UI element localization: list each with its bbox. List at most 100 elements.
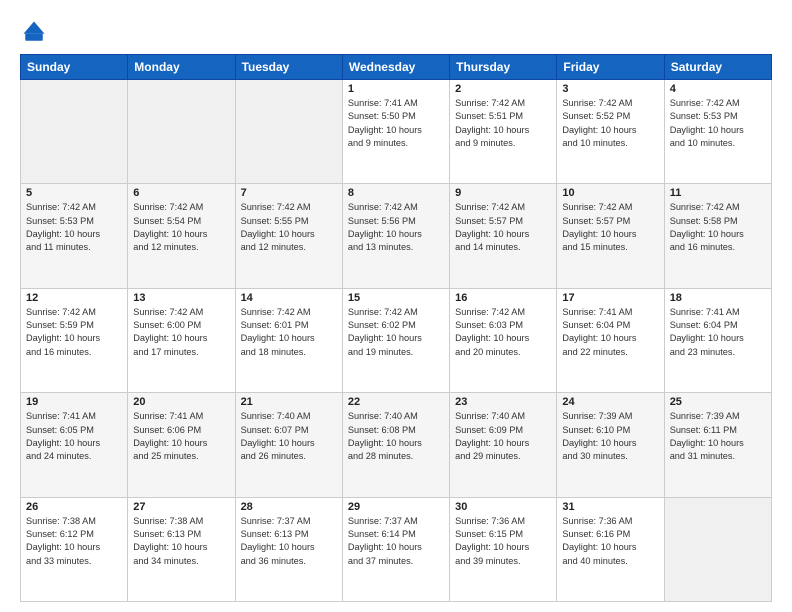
day-info: Sunrise: 7:41 AM Sunset: 6:04 PM Dayligh…: [562, 306, 658, 359]
calendar-cell: 1 Sunrise: 7:41 AM Sunset: 5:50 PM Daylig…: [342, 80, 449, 184]
day-info: Sunrise: 7:42 AM Sunset: 5:53 PM Dayligh…: [670, 97, 766, 150]
header: [20, 18, 772, 46]
day-number: 5: [26, 187, 122, 199]
calendar-week-3: 12 Sunrise: 7:42 AM Sunset: 5:59 PM Dayli…: [21, 288, 772, 392]
day-number: 28: [241, 501, 337, 513]
page: SundayMondayTuesdayWednesdayThursdayFrid…: [0, 0, 792, 612]
calendar-cell: 7 Sunrise: 7:42 AM Sunset: 5:55 PM Daylig…: [235, 184, 342, 288]
day-number: 30: [455, 501, 551, 513]
calendar-cell: 10Sunrise: 7:42 AM Sunset: 5:57 PM Dayli…: [557, 184, 664, 288]
day-number: 11: [670, 187, 766, 199]
day-info: Sunrise: 7:42 AM Sunset: 5:56 PM Dayligh…: [348, 201, 444, 254]
calendar-cell: [21, 80, 128, 184]
day-number: 19: [26, 396, 122, 408]
calendar-cell: 5 Sunrise: 7:42 AM Sunset: 5:53 PM Daylig…: [21, 184, 128, 288]
calendar-cell: 11 Sunrise: 7:42 AM Sunset: 5:58 PM Dayli…: [664, 184, 771, 288]
calendar-header-sunday: Sunday: [21, 55, 128, 80]
day-number: 23: [455, 396, 551, 408]
day-number: 17: [562, 292, 658, 304]
day-info: Sunrise: 7:42 AM Sunset: 6:03 PM Dayligh…: [455, 306, 551, 359]
calendar-week-4: 19 Sunrise: 7:41 AM Sunset: 6:05 PM Dayli…: [21, 393, 772, 497]
day-info: Sunrise: 7:42 AM Sunset: 5:58 PM Dayligh…: [670, 201, 766, 254]
day-number: 20: [133, 396, 229, 408]
day-number: 9: [455, 187, 551, 199]
calendar-cell: 16 Sunrise: 7:42 AM Sunset: 6:03 PM Dayli…: [450, 288, 557, 392]
day-info: Sunrise: 7:36 AM Sunset: 6:15 PM Dayligh…: [455, 515, 551, 568]
calendar-cell: 20 Sunrise: 7:41 AM Sunset: 6:06 PM Dayli…: [128, 393, 235, 497]
day-info: Sunrise: 7:42 AM Sunset: 5:52 PM Dayligh…: [562, 97, 658, 150]
calendar-cell: 14 Sunrise: 7:42 AM Sunset: 6:01 PM Dayli…: [235, 288, 342, 392]
day-number: 13: [133, 292, 229, 304]
calendar-cell: 30 Sunrise: 7:36 AM Sunset: 6:15 PM Dayli…: [450, 497, 557, 601]
day-info: Sunrise: 7:40 AM Sunset: 6:09 PM Dayligh…: [455, 410, 551, 463]
day-info: Sunrise: 7:40 AM Sunset: 6:07 PM Dayligh…: [241, 410, 337, 463]
calendar-week-5: 26Sunrise: 7:38 AM Sunset: 6:12 PM Dayli…: [21, 497, 772, 601]
day-info: Sunrise: 7:42 AM Sunset: 5:53 PM Dayligh…: [26, 201, 122, 254]
day-info: Sunrise: 7:39 AM Sunset: 6:11 PM Dayligh…: [670, 410, 766, 463]
calendar-cell: 21 Sunrise: 7:40 AM Sunset: 6:07 PM Dayli…: [235, 393, 342, 497]
day-number: 6: [133, 187, 229, 199]
day-number: 31: [562, 501, 658, 513]
logo-icon: [20, 18, 48, 46]
calendar-header-thursday: Thursday: [450, 55, 557, 80]
calendar-cell: 17 Sunrise: 7:41 AM Sunset: 6:04 PM Dayli…: [557, 288, 664, 392]
day-info: Sunrise: 7:36 AM Sunset: 6:16 PM Dayligh…: [562, 515, 658, 568]
calendar-cell: 23 Sunrise: 7:40 AM Sunset: 6:09 PM Dayli…: [450, 393, 557, 497]
day-number: 24: [562, 396, 658, 408]
day-info: Sunrise: 7:42 AM Sunset: 6:00 PM Dayligh…: [133, 306, 229, 359]
calendar-cell: 8Sunrise: 7:42 AM Sunset: 5:56 PM Daylig…: [342, 184, 449, 288]
day-info: Sunrise: 7:42 AM Sunset: 5:55 PM Dayligh…: [241, 201, 337, 254]
calendar-cell: 13 Sunrise: 7:42 AM Sunset: 6:00 PM Dayli…: [128, 288, 235, 392]
day-number: 2: [455, 83, 551, 95]
day-info: Sunrise: 7:41 AM Sunset: 6:06 PM Dayligh…: [133, 410, 229, 463]
calendar-cell: [235, 80, 342, 184]
day-info: Sunrise: 7:41 AM Sunset: 6:05 PM Dayligh…: [26, 410, 122, 463]
calendar-cell: 24 Sunrise: 7:39 AM Sunset: 6:10 PM Dayli…: [557, 393, 664, 497]
day-info: Sunrise: 7:37 AM Sunset: 6:13 PM Dayligh…: [241, 515, 337, 568]
calendar-cell: 27 Sunrise: 7:38 AM Sunset: 6:13 PM Dayli…: [128, 497, 235, 601]
calendar-week-2: 5 Sunrise: 7:42 AM Sunset: 5:53 PM Daylig…: [21, 184, 772, 288]
day-number: 15: [348, 292, 444, 304]
calendar-cell: 26Sunrise: 7:38 AM Sunset: 6:12 PM Dayli…: [21, 497, 128, 601]
calendar-cell: 31 Sunrise: 7:36 AM Sunset: 6:16 PM Dayli…: [557, 497, 664, 601]
day-number: 1: [348, 83, 444, 95]
day-info: Sunrise: 7:42 AM Sunset: 5:54 PM Dayligh…: [133, 201, 229, 254]
day-number: 10: [562, 187, 658, 199]
day-info: Sunrise: 7:41 AM Sunset: 6:04 PM Dayligh…: [670, 306, 766, 359]
day-number: 21: [241, 396, 337, 408]
day-number: 16: [455, 292, 551, 304]
calendar-header-row: SundayMondayTuesdayWednesdayThursdayFrid…: [21, 55, 772, 80]
calendar-cell: 18 Sunrise: 7:41 AM Sunset: 6:04 PM Dayli…: [664, 288, 771, 392]
calendar-cell: [128, 80, 235, 184]
day-number: 7: [241, 187, 337, 199]
day-info: Sunrise: 7:42 AM Sunset: 6:01 PM Dayligh…: [241, 306, 337, 359]
calendar-cell: 12 Sunrise: 7:42 AM Sunset: 5:59 PM Dayli…: [21, 288, 128, 392]
calendar-cell: 6 Sunrise: 7:42 AM Sunset: 5:54 PM Daylig…: [128, 184, 235, 288]
day-number: 27: [133, 501, 229, 513]
day-number: 3: [562, 83, 658, 95]
day-info: Sunrise: 7:42 AM Sunset: 5:59 PM Dayligh…: [26, 306, 122, 359]
calendar-header-friday: Friday: [557, 55, 664, 80]
day-info: Sunrise: 7:38 AM Sunset: 6:13 PM Dayligh…: [133, 515, 229, 568]
day-number: 14: [241, 292, 337, 304]
day-number: 4: [670, 83, 766, 95]
calendar-cell: 15Sunrise: 7:42 AM Sunset: 6:02 PM Dayli…: [342, 288, 449, 392]
day-info: Sunrise: 7:42 AM Sunset: 5:51 PM Dayligh…: [455, 97, 551, 150]
day-info: Sunrise: 7:39 AM Sunset: 6:10 PM Dayligh…: [562, 410, 658, 463]
day-number: 18: [670, 292, 766, 304]
day-number: 12: [26, 292, 122, 304]
day-info: Sunrise: 7:41 AM Sunset: 5:50 PM Dayligh…: [348, 97, 444, 150]
day-info: Sunrise: 7:37 AM Sunset: 6:14 PM Dayligh…: [348, 515, 444, 568]
calendar-cell: 19 Sunrise: 7:41 AM Sunset: 6:05 PM Dayli…: [21, 393, 128, 497]
day-info: Sunrise: 7:40 AM Sunset: 6:08 PM Dayligh…: [348, 410, 444, 463]
day-number: 22: [348, 396, 444, 408]
calendar-cell: 25Sunrise: 7:39 AM Sunset: 6:11 PM Dayli…: [664, 393, 771, 497]
calendar-cell: 22 Sunrise: 7:40 AM Sunset: 6:08 PM Dayli…: [342, 393, 449, 497]
day-info: Sunrise: 7:42 AM Sunset: 5:57 PM Dayligh…: [455, 201, 551, 254]
calendar-cell: 2 Sunrise: 7:42 AM Sunset: 5:51 PM Daylig…: [450, 80, 557, 184]
calendar-cell: 4 Sunrise: 7:42 AM Sunset: 5:53 PM Daylig…: [664, 80, 771, 184]
day-number: 29: [348, 501, 444, 513]
calendar-header-monday: Monday: [128, 55, 235, 80]
calendar-cell: 28 Sunrise: 7:37 AM Sunset: 6:13 PM Dayli…: [235, 497, 342, 601]
calendar-week-1: 1 Sunrise: 7:41 AM Sunset: 5:50 PM Daylig…: [21, 80, 772, 184]
